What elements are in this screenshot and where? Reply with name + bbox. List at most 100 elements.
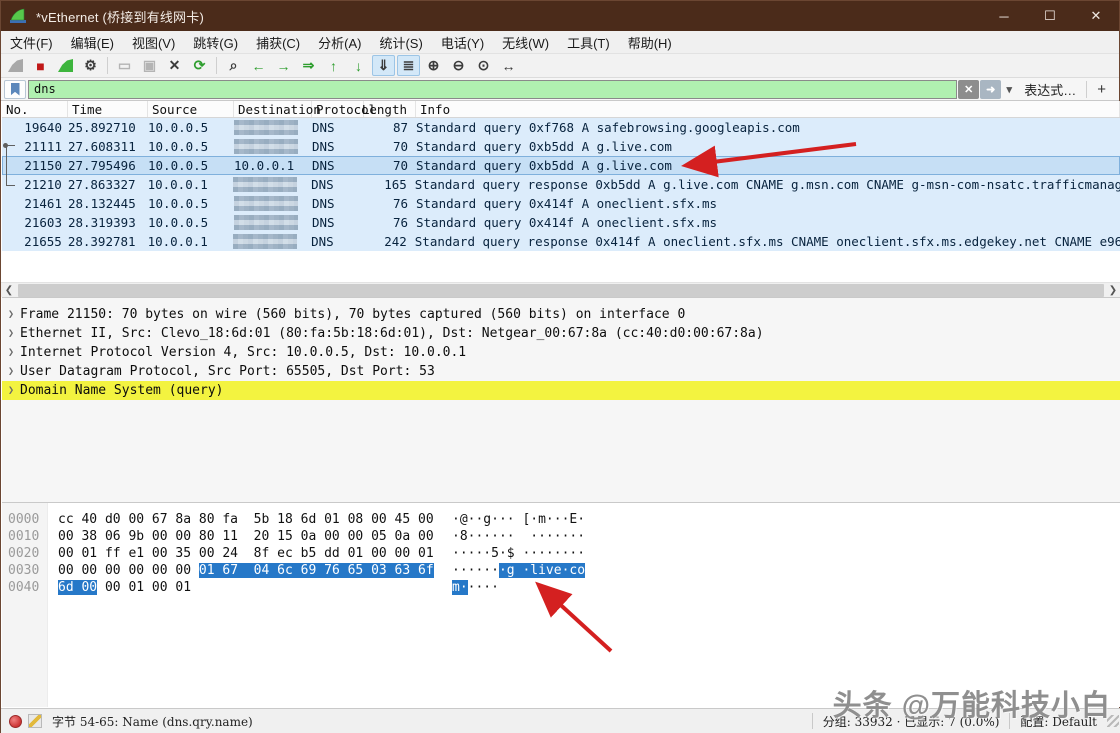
- menu-item-9[interactable]: 工具(T): [558, 31, 619, 53]
- detail-row-3[interactable]: ❯User Datagram Protocol, Src Port: 65505…: [2, 362, 1120, 381]
- go-to-packet-icon[interactable]: ⇒: [297, 55, 320, 76]
- wireshark-logo-icon: [10, 8, 28, 24]
- column-header-time[interactable]: Time: [68, 101, 148, 117]
- go-forward-icon[interactable]: →: [272, 55, 295, 76]
- hex-bytes[interactable]: cc 40 d0 00 67 8a 80 fa 5b 18 6d 01 08 0…: [48, 512, 444, 529]
- detail-text: Ethernet II, Src: Clevo_18:6d:01 (80:fa:…: [20, 326, 764, 341]
- related-packets-bracket: [6, 146, 15, 185]
- expand-chevron-icon[interactable]: ❯: [2, 309, 20, 320]
- packet-row-21603[interactable]: 2160328.31939310.0.0.5DNS76Standard quer…: [2, 213, 1120, 232]
- menu-item-10[interactable]: 帮助(H): [619, 31, 681, 53]
- open-file-icon[interactable]: ▭: [113, 55, 136, 76]
- column-header-destination[interactable]: Destination: [234, 101, 312, 117]
- packet-row-21655[interactable]: 2165528.39278110.0.0.1DNS242Standard que…: [2, 232, 1120, 251]
- highlighted-bytes: 6d 00: [58, 580, 97, 595]
- hex-ascii[interactable]: ·8······ ·······: [444, 529, 585, 546]
- column-header-source[interactable]: Source: [148, 101, 234, 117]
- close-file-icon[interactable]: ✕: [163, 55, 186, 76]
- column-header-info[interactable]: Info: [416, 101, 1120, 117]
- menu-item-0[interactable]: 文件(F): [1, 31, 62, 53]
- display-filter-input[interactable]: dns: [28, 80, 957, 99]
- expression-button[interactable]: 表达式…: [1016, 80, 1086, 99]
- detail-row-4[interactable]: ❯Domain Name System (query): [2, 381, 1120, 400]
- hex-row-0010[interactable]: 001000 38 06 9b 00 00 80 11 20 15 0a 00 …: [2, 529, 1120, 546]
- filter-dropdown-button[interactable]: ▾: [1002, 80, 1016, 99]
- reload-file-icon[interactable]: ⟳: [188, 55, 211, 76]
- expand-chevron-icon[interactable]: ❯: [2, 366, 20, 377]
- hex-bytes[interactable]: 00 00 00 00 00 00 01 67 04 6c 69 76 65 0…: [48, 563, 444, 580]
- auto-scroll-icon[interactable]: ⇓: [372, 55, 395, 76]
- menu-item-8[interactable]: 无线(W): [493, 31, 558, 53]
- hex-bytes[interactable]: 00 01 ff e1 00 35 00 24 8f ec b5 dd 01 0…: [48, 546, 444, 563]
- hex-ascii[interactable]: ·····5·$ ········: [444, 546, 585, 563]
- menu-item-3[interactable]: 跳转(G): [184, 31, 247, 53]
- capture-comment-icon[interactable]: [28, 714, 42, 728]
- expert-info-icon[interactable]: [9, 715, 22, 728]
- minimize-button[interactable]: ─: [981, 1, 1027, 31]
- detail-row-2[interactable]: ❯Internet Protocol Version 4, Src: 10.0.…: [2, 343, 1120, 362]
- hex-bytes[interactable]: 6d 00 00 01 00 01: [48, 580, 444, 597]
- add-filter-button[interactable]: +: [1087, 81, 1116, 98]
- hex-row-0040[interactable]: 00406d 00 00 01 00 01m·····: [2, 580, 1120, 597]
- menu-item-6[interactable]: 统计(S): [370, 31, 431, 53]
- detail-text: Internet Protocol Version 4, Src: 10.0.0…: [20, 345, 466, 360]
- hex-row-0030[interactable]: 003000 00 00 00 00 00 01 67 04 6c 69 76 …: [2, 563, 1120, 580]
- clear-filter-button[interactable]: ✕: [958, 80, 979, 99]
- hex-offset: 0030: [2, 563, 48, 580]
- watermark-text: 头条 @万能科技小白: [833, 682, 1111, 724]
- title-bar: *vEthernet (桥接到有线网卡) ─ ☐ ✕: [1, 1, 1119, 31]
- hex-ascii[interactable]: m·····: [444, 580, 499, 597]
- zoom-reset-icon[interactable]: ⊙: [472, 55, 495, 76]
- resize-columns-icon[interactable]: ↔: [497, 55, 520, 76]
- scrollbar-thumb[interactable]: [18, 284, 1104, 297]
- packet-row-21461[interactable]: 2146128.13244510.0.0.5DNS76Standard quer…: [2, 194, 1120, 213]
- column-header-no[interactable]: No.: [2, 101, 68, 117]
- detail-text: User Datagram Protocol, Src Port: 65505,…: [20, 364, 435, 379]
- packet-row-21210[interactable]: 2121027.86332710.0.0.1DNS165Standard que…: [2, 175, 1120, 194]
- packet-row-21150[interactable]: 2115027.79549610.0.0.510.0.0.1DNS70Stand…: [2, 156, 1120, 175]
- start-capture-icon[interactable]: [4, 55, 27, 76]
- hex-bytes[interactable]: 00 38 06 9b 00 00 80 11 20 15 0a 00 00 0…: [48, 529, 444, 546]
- packet-list-hscrollbar[interactable]: ❮ ❯: [1, 282, 1120, 297]
- menu-item-1[interactable]: 编辑(E): [62, 31, 123, 53]
- apply-filter-button[interactable]: ➜: [980, 80, 1001, 99]
- expand-chevron-icon[interactable]: ❯: [2, 385, 20, 396]
- menu-item-7[interactable]: 电话(Y): [432, 31, 493, 53]
- go-back-icon[interactable]: ←: [247, 55, 270, 76]
- packet-row-19640[interactable]: 1964025.89271010.0.0.5DNS87Standard quer…: [2, 118, 1120, 137]
- scroll-left-arrow[interactable]: ❮: [1, 285, 17, 296]
- packet-row-21111[interactable]: 2111127.60831110.0.0.5DNS70Standard quer…: [2, 137, 1120, 156]
- detail-row-0[interactable]: ❯Frame 21150: 70 bytes on wire (560 bits…: [2, 305, 1120, 324]
- maximize-button[interactable]: ☐: [1027, 1, 1073, 31]
- redacted-destination: [233, 177, 297, 192]
- menu-item-4[interactable]: 捕获(C): [247, 31, 309, 53]
- menu-bar: 文件(F)编辑(E)视图(V)跳转(G)捕获(C)分析(A)统计(S)电话(Y)…: [1, 31, 1119, 54]
- column-header-protocol[interactable]: Protocol: [312, 101, 364, 117]
- expand-chevron-icon[interactable]: ❯: [2, 328, 20, 339]
- go-bottom-icon[interactable]: ↓: [347, 55, 370, 76]
- menu-item-5[interactable]: 分析(A): [309, 31, 370, 53]
- menu-item-2[interactable]: 视图(V): [123, 31, 184, 53]
- scroll-right-arrow[interactable]: ❯: [1105, 285, 1120, 296]
- highlighted-bytes: ·g ·live·co: [499, 563, 585, 578]
- hex-ascii[interactable]: ·······g ·live·co: [444, 563, 585, 580]
- go-top-icon[interactable]: ↑: [322, 55, 345, 76]
- redacted-destination: [234, 120, 298, 135]
- hex-row-0020[interactable]: 002000 01 ff e1 00 35 00 24 8f ec b5 dd …: [2, 546, 1120, 563]
- stop-capture-icon[interactable]: ■: [29, 55, 52, 76]
- find-packet-icon[interactable]: ⌕: [222, 55, 245, 76]
- zoom-in-icon[interactable]: ⊕: [422, 55, 445, 76]
- expand-chevron-icon[interactable]: ❯: [2, 347, 20, 358]
- packet-bytes-pane: 0000cc 40 d0 00 67 8a 80 fa 5b 18 6d 01 …: [2, 502, 1120, 707]
- hex-ascii[interactable]: ·@··g··· [·m···E·: [444, 512, 585, 529]
- zoom-out-icon[interactable]: ⊖: [447, 55, 470, 76]
- restart-capture-icon[interactable]: [54, 55, 77, 76]
- close-button[interactable]: ✕: [1073, 1, 1119, 31]
- bookmark-button[interactable]: [4, 80, 26, 99]
- hex-row-0000[interactable]: 0000cc 40 d0 00 67 8a 80 fa 5b 18 6d 01 …: [2, 512, 1120, 529]
- colorize-icon[interactable]: ≣: [397, 55, 420, 76]
- detail-row-1[interactable]: ❯Ethernet II, Src: Clevo_18:6d:01 (80:fa…: [2, 324, 1120, 343]
- save-file-icon[interactable]: ▣: [138, 55, 161, 76]
- capture-options-icon[interactable]: ⚙: [79, 55, 102, 76]
- column-header-length[interactable]: Length: [364, 101, 416, 117]
